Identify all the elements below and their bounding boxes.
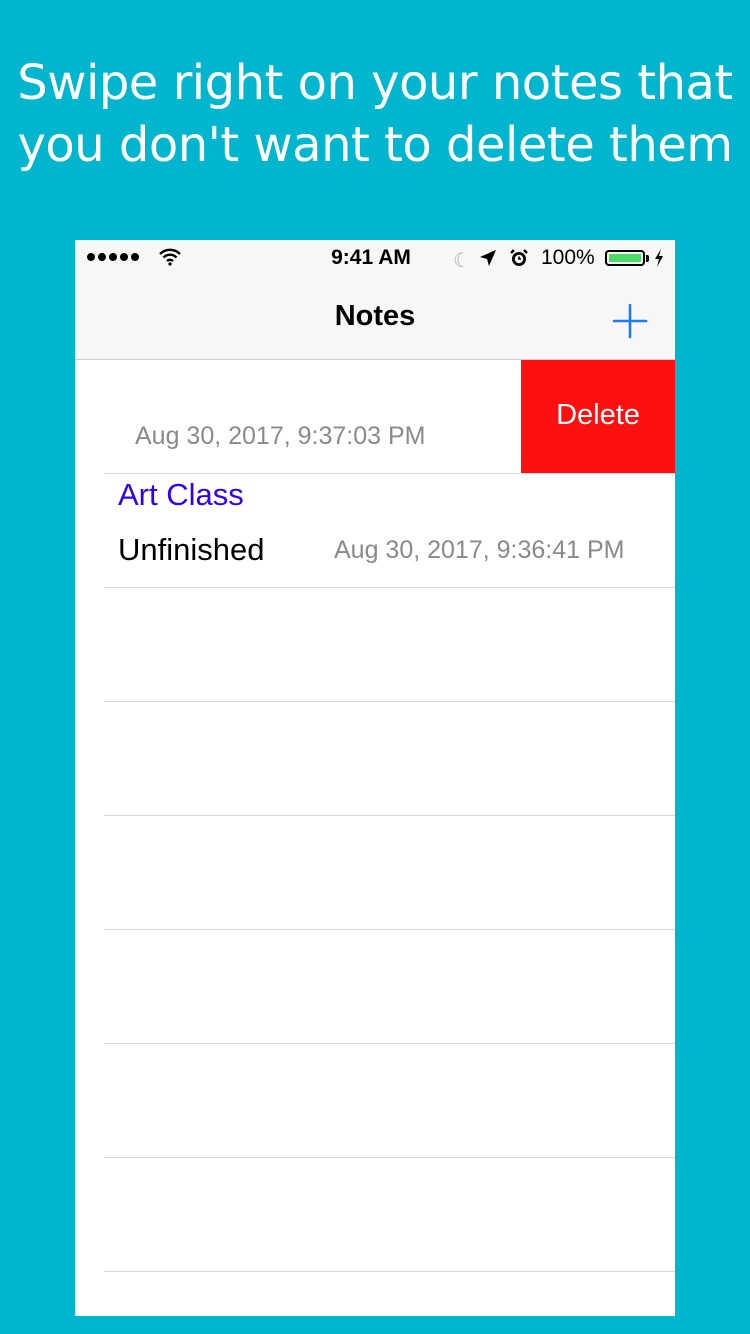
empty-row-separator	[104, 1271, 675, 1272]
note-date: Aug 30, 2017, 9:36:41 PM	[334, 536, 625, 564]
delete-label: Delete	[556, 399, 640, 431]
row-separator	[104, 587, 675, 588]
alarm-icon	[510, 249, 528, 266]
battery-icon	[605, 250, 645, 266]
promo-headline: Swipe right on your notes that you don't…	[0, 52, 750, 176]
phone-screen: 9:41 AM ☾ 100% Notes Aug 30, 2017, 9:37:…	[75, 240, 675, 1316]
note-date: Aug 30, 2017, 9:37:03 PM	[135, 422, 426, 450]
empty-row-separator	[104, 815, 675, 816]
status-bar: 9:41 AM ☾ 100%	[75, 240, 675, 278]
empty-row-separator	[104, 701, 675, 702]
empty-row-separator	[104, 1157, 675, 1158]
note-title: Art Class	[118, 477, 244, 512]
headline-line-1: Swipe right on your notes that	[17, 55, 733, 111]
location-arrow-icon	[480, 250, 496, 266]
navigation-bar: Notes	[75, 278, 675, 360]
battery-tip	[646, 255, 649, 262]
note-row-swiped[interactable]: Aug 30, 2017, 9:37:03 PM Delete	[75, 360, 675, 474]
empty-row-separator	[104, 929, 675, 930]
charging-bolt-icon	[655, 249, 663, 267]
page-title: Notes	[334, 300, 416, 332]
delete-button[interactable]: Delete	[521, 360, 675, 473]
note-status: Unfinished	[118, 532, 265, 567]
note-row-art-class[interactable]: Art Class Unfinished Aug 30, 2017, 9:36:…	[75, 474, 675, 588]
moon-icon: ☾	[453, 250, 471, 272]
add-note-button[interactable]	[609, 300, 651, 342]
empty-row-separator	[104, 1043, 675, 1044]
battery-percent: 100%	[541, 246, 595, 269]
headline-line-2: you don't want to delete them	[17, 117, 733, 173]
